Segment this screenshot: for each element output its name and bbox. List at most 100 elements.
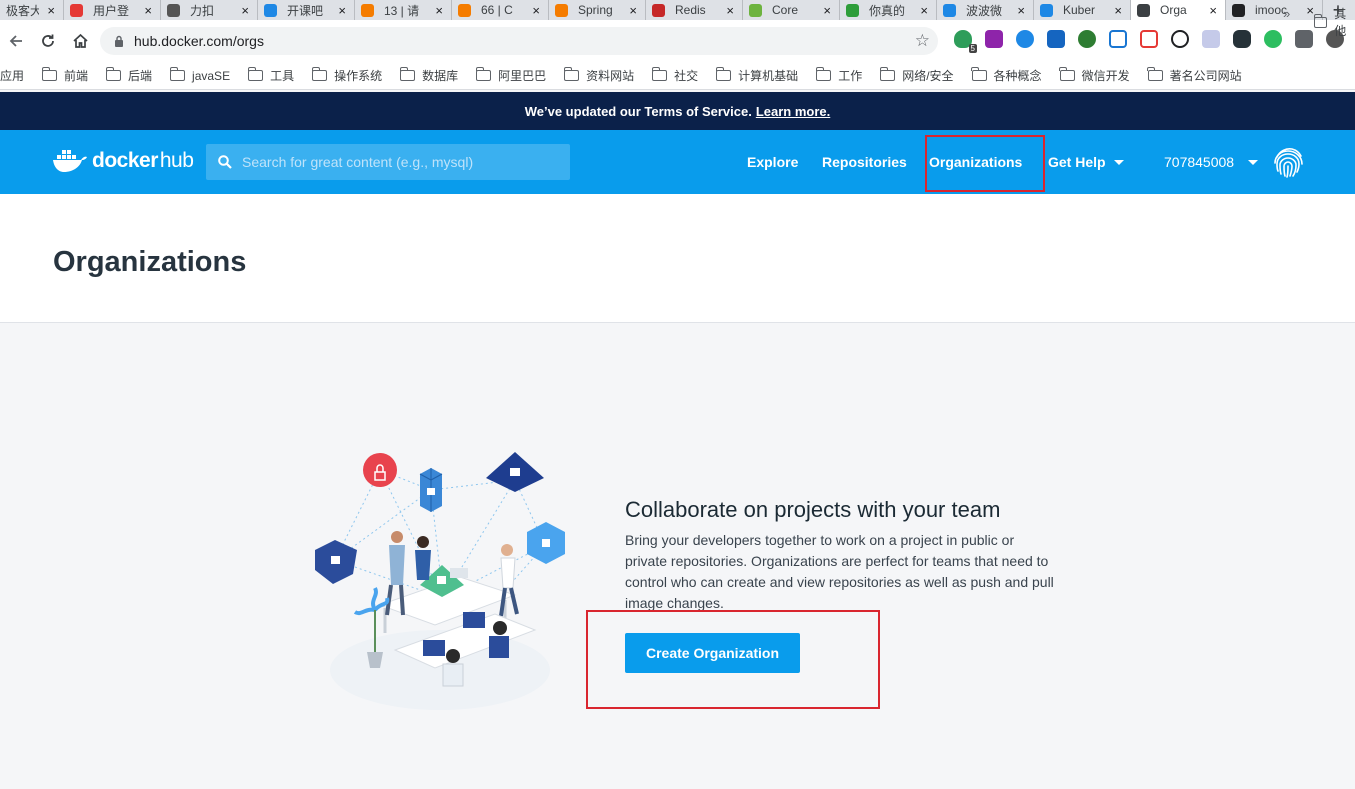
- search-box[interactable]: [206, 144, 570, 180]
- bookmark-item[interactable]: 各种概念: [971, 67, 1042, 84]
- username: 707845008: [1164, 154, 1235, 170]
- bookmark-label: 数据库: [422, 69, 459, 83]
- tab-favicon-icon: [458, 3, 471, 17]
- bookmark-star-icon[interactable]: ☆: [915, 31, 930, 51]
- extension-globe-icon[interactable]: [1016, 30, 1034, 48]
- extension-badge: 5: [968, 44, 977, 53]
- create-organization-button[interactable]: Create Organization: [625, 633, 800, 673]
- tab-title: 66 | C: [481, 3, 513, 17]
- folder-icon: [247, 67, 264, 81]
- nav-explore[interactable]: Explore: [747, 130, 798, 194]
- tab-favicon-icon: [749, 3, 762, 17]
- tab-favicon-icon: [1137, 3, 1150, 17]
- empty-state-description: Bring your developers together to work o…: [625, 532, 1054, 611]
- bookmark-label: 阿里巴巴: [498, 69, 547, 83]
- fingerprint-avatar-icon[interactable]: [1271, 145, 1307, 181]
- tab-title: Kuber: [1063, 3, 1096, 17]
- bookmark-label: 应用: [0, 69, 25, 83]
- tab-close-icon[interactable]: ×: [629, 3, 637, 18]
- bookmark-item[interactable]: 应用: [0, 67, 24, 84]
- bookmark-item[interactable]: 微信开发: [1059, 67, 1130, 84]
- extension-power-icon[interactable]: [1171, 30, 1189, 48]
- bookmark-other[interactable]: 其他: [1313, 5, 1355, 39]
- terms-banner: We’ve updated our Terms of Service. Lear…: [0, 92, 1355, 130]
- bookmark-item[interactable]: 计算机基础: [715, 67, 798, 84]
- extension-shield-icon[interactable]: 5: [954, 30, 977, 53]
- folder-icon: [715, 67, 732, 81]
- bookmark-item[interactable]: 工具: [247, 67, 294, 84]
- bookmark-item[interactable]: 操作系统: [311, 67, 382, 84]
- tab-title: Redis: [675, 3, 706, 17]
- tab-close-icon[interactable]: ×: [435, 3, 443, 18]
- bookmark-item[interactable]: 工作: [815, 67, 862, 84]
- bookmark-label: 网络/安全: [902, 69, 954, 83]
- tab-favicon-icon: [264, 3, 277, 17]
- learn-more-link[interactable]: Learn more.: [756, 104, 830, 119]
- reload-icon[interactable]: [34, 27, 62, 55]
- empty-state: Collaborate on projects with your team B…: [625, 497, 1055, 614]
- browser-tab[interactable]: imooc ×: [1226, 0, 1323, 20]
- search-input[interactable]: [242, 154, 562, 170]
- browser-tab[interactable]: Spring ×: [549, 0, 646, 20]
- browser-tab-strip: 极客大 × 用户登 × 力扣 × 开课吧 × 13 | 请 × 66 | C × Spring × Redi…: [0, 0, 1355, 20]
- empty-state-title: Collaborate on projects with your team: [625, 497, 1001, 522]
- browser-tab[interactable]: 力扣 ×: [161, 0, 258, 20]
- extension-box-icon[interactable]: [1047, 30, 1065, 48]
- browser-tab[interactable]: Core ×: [743, 0, 840, 20]
- tab-close-icon[interactable]: ×: [47, 3, 55, 18]
- tab-close-icon[interactable]: ×: [241, 3, 249, 18]
- bookmark-item[interactable]: javaSE: [169, 67, 230, 83]
- browser-tab[interactable]: 波波微 ×: [937, 0, 1034, 20]
- bookmark-item[interactable]: 前端: [41, 67, 88, 84]
- extension-rp-icon[interactable]: [985, 30, 1003, 48]
- bookmark-item[interactable]: 著名公司网站: [1147, 67, 1242, 84]
- nav-get-help-label: Get Help: [1048, 154, 1106, 170]
- browser-tab[interactable]: 用户登 ×: [64, 0, 161, 20]
- tab-close-icon[interactable]: ×: [920, 3, 928, 18]
- extension-tree-icon[interactable]: [1140, 30, 1158, 48]
- bookmark-label: 后端: [128, 69, 153, 83]
- extension-y-icon[interactable]: [1109, 30, 1127, 48]
- tab-close-icon[interactable]: ×: [1017, 3, 1025, 18]
- tab-close-icon[interactable]: ×: [1114, 3, 1122, 18]
- home-icon[interactable]: [66, 27, 94, 55]
- bookmark-item[interactable]: 数据库: [399, 67, 459, 84]
- browser-tab[interactable]: Kuber ×: [1034, 0, 1131, 20]
- tab-close-icon[interactable]: ×: [532, 3, 540, 18]
- browser-tab[interactable]: 开课吧 ×: [258, 0, 355, 20]
- browser-tab[interactable]: 极客大 ×: [0, 0, 64, 20]
- back-icon[interactable]: [2, 27, 30, 55]
- address-bar[interactable]: hub.docker.com/orgs ☆: [100, 27, 938, 55]
- page-title: Organizations: [53, 246, 247, 278]
- tab-close-icon[interactable]: ×: [1306, 3, 1314, 18]
- tab-close-icon[interactable]: ×: [144, 3, 152, 18]
- bookmark-item[interactable]: 社交: [651, 67, 698, 84]
- browser-tab[interactable]: 你真的 ×: [840, 0, 937, 20]
- tab-close-icon[interactable]: ×: [1209, 3, 1217, 18]
- bookmark-item[interactable]: 资料网站: [563, 67, 634, 84]
- extensions-puzzle-icon[interactable]: [1295, 30, 1313, 48]
- tab-close-icon[interactable]: ×: [338, 3, 346, 18]
- extension-grid-icon[interactable]: [1202, 30, 1220, 48]
- nav-get-help[interactable]: Get Help: [1048, 130, 1124, 194]
- browser-tab[interactable]: 13 | 请 ×: [355, 0, 452, 20]
- extension-c-icon[interactable]: [1078, 30, 1096, 48]
- extension-evernote-icon[interactable]: [1264, 30, 1282, 48]
- tab-favicon-icon: [555, 3, 568, 17]
- bookmarks-more-icon[interactable]: »: [1283, 6, 1290, 21]
- tab-close-icon[interactable]: ×: [726, 3, 734, 18]
- browser-tab[interactable]: 66 | C ×: [452, 0, 549, 20]
- tab-close-icon[interactable]: ×: [823, 3, 831, 18]
- browser-tab[interactable]: Orga ×: [1131, 0, 1226, 20]
- folder-icon: [105, 67, 122, 81]
- browser-tab[interactable]: Redis ×: [646, 0, 743, 20]
- nav-repositories[interactable]: Repositories: [822, 130, 907, 194]
- bookmark-item[interactable]: 网络/安全: [879, 67, 954, 84]
- bookmark-other-label: 其他: [1334, 7, 1347, 38]
- bookmark-item[interactable]: 阿里巴巴: [475, 67, 547, 84]
- dockerhub-logo[interactable]: dockerhub: [52, 148, 194, 174]
- tab-favicon-icon: [652, 3, 665, 17]
- bookmark-item[interactable]: 后端: [105, 67, 153, 84]
- user-menu[interactable]: 707845008: [1164, 130, 1259, 194]
- extension-hex-icon[interactable]: [1233, 30, 1251, 48]
